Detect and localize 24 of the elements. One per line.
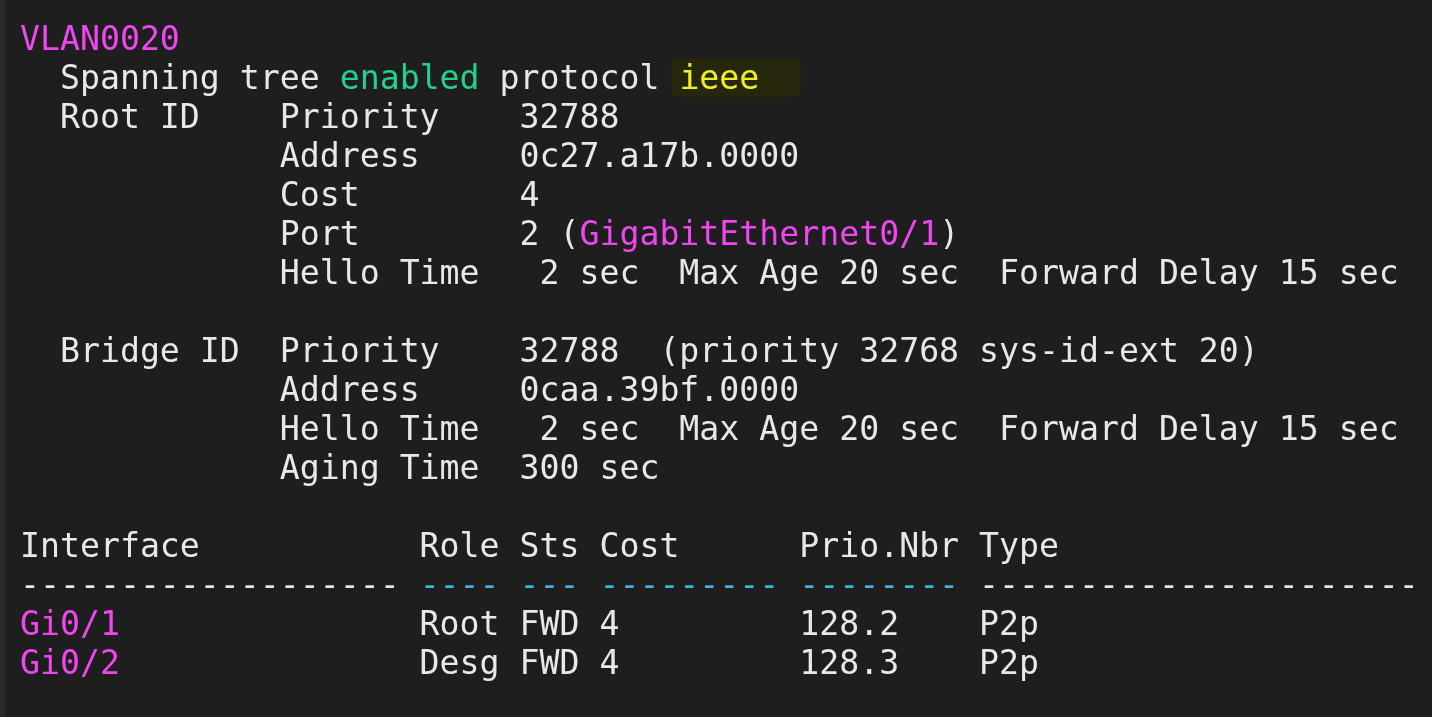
terminal-text: ------------------- — [20, 565, 401, 604]
terminal-text: enabled — [339, 58, 480, 97]
terminal-text: Hello Time 2 sec Max Age 20 sec Forward Delay 15 sec — [278, 253, 1399, 292]
terminal-text: Address 0c27.a17b.0000 — [278, 136, 800, 175]
terminal-text: ---------------------- — [978, 565, 1419, 604]
terminal-text: Aging Time 300 sec — [278, 448, 660, 487]
terminal-text: protocol — [498, 58, 661, 97]
terminal-text: Address 0caa.39bf.0000 — [278, 370, 800, 409]
terminal-text: Bridge ID Priority 32788 (priority 32768 sys-id-ext 20) — [58, 331, 1259, 370]
terminal-text: Interface Role Sts Cost Prio.Nbr Type — [20, 526, 1059, 565]
terminal-text: Root FWD 4 128.2 P2p — [418, 604, 1039, 643]
terminal-text: GigabitEthernet0/1 — [579, 214, 940, 253]
terminal-text: Cost 4 — [278, 175, 540, 214]
terminal-text: Gi0/2 — [20, 643, 120, 682]
terminal-text: Desg FWD 4 128.3 P2p — [418, 643, 1039, 682]
terminal-text: ---- --- --------- -------- — [419, 565, 960, 604]
terminal-text: ) — [939, 214, 960, 253]
terminal-text: ieee — [671, 58, 802, 97]
terminal-text: Spanning tree — [58, 58, 321, 97]
terminal-text: VLAN0020 — [20, 19, 180, 58]
terminal-text: Port 2 ( — [278, 214, 580, 253]
terminal-text: Root ID Priority 32788 — [58, 97, 620, 136]
terminal-text: Hello Time 2 sec Max Age 20 sec Forward Delay 15 sec — [278, 409, 1399, 448]
terminal-text: Gi0/1 — [20, 604, 120, 643]
